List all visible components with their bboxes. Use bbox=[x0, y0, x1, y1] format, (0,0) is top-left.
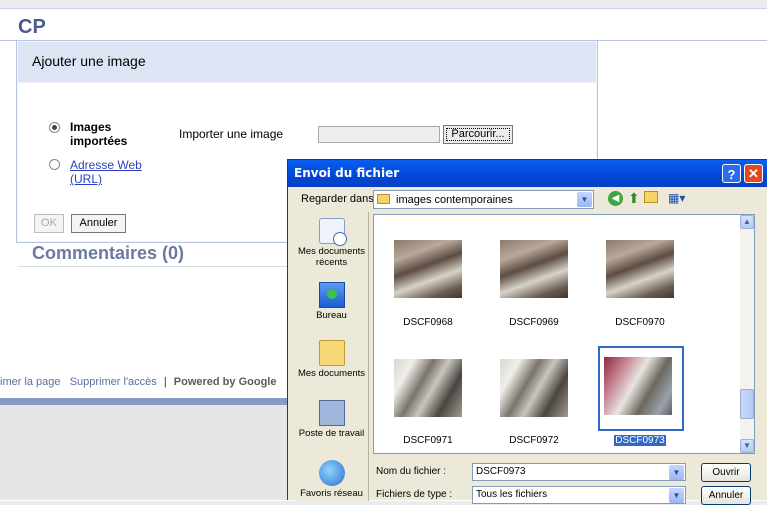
ok-button[interactable]: OK bbox=[34, 214, 64, 233]
my-computer-icon bbox=[318, 400, 345, 426]
import-image-label: Importer une image bbox=[179, 127, 284, 141]
file-label[interactable]: DSCF0968 bbox=[378, 317, 478, 328]
radio-web-address[interactable] bbox=[49, 159, 60, 170]
chevron-down-icon[interactable]: ▼ bbox=[577, 192, 592, 207]
file-list: DSCF0968 DSCF0969 DSCF0970 DSCF0971 DSCF… bbox=[373, 214, 755, 454]
file-list-scrollbar[interactable]: ▲ ▼ bbox=[740, 215, 754, 453]
file-thumbnail[interactable] bbox=[600, 229, 680, 309]
file-label[interactable]: DSCF0972 bbox=[484, 435, 584, 446]
my-documents-icon bbox=[318, 340, 345, 366]
place-my-computer[interactable]: Poste de travail bbox=[295, 400, 368, 439]
file-thumbnail[interactable] bbox=[388, 229, 468, 309]
file-dialog-titlebar[interactable]: Envoi du fichier ? ✕ bbox=[288, 160, 767, 187]
recent-documents-icon bbox=[318, 218, 347, 246]
file-name-input[interactable]: DSCF0973 ▼ bbox=[472, 463, 686, 481]
file-label[interactable]: DSCF0971 bbox=[378, 435, 478, 446]
photo-thumbnail bbox=[394, 240, 462, 298]
page-title: CP bbox=[18, 16, 46, 38]
folder-icon bbox=[377, 194, 390, 204]
file-name-value: DSCF0973 bbox=[476, 466, 526, 477]
help-button[interactable]: ? bbox=[722, 164, 741, 183]
places-bar: Mes documents récents Bureau Mes documen… bbox=[295, 212, 369, 501]
scroll-down-icon[interactable]: ▼ bbox=[740, 439, 754, 453]
look-in-value: images contemporaines bbox=[396, 194, 513, 206]
place-desktop[interactable]: Bureau bbox=[295, 282, 368, 321]
view-menu-icon[interactable]: ▦▾ bbox=[668, 191, 685, 205]
up-folder-icon[interactable]: ⬆ bbox=[628, 190, 640, 206]
photo-thumbnail bbox=[394, 359, 462, 417]
photo-thumbnail bbox=[500, 240, 568, 298]
place-label: Mes documents récents bbox=[297, 246, 366, 268]
file-name-label: Nom du fichier : bbox=[376, 466, 447, 477]
file-dialog-title: Envoi du fichier bbox=[294, 166, 400, 180]
footer-links: imer la page Supprimer l'accès | Powered… bbox=[0, 376, 276, 388]
back-icon[interactable]: ◀ bbox=[608, 191, 623, 206]
desktop-icon bbox=[318, 282, 345, 308]
file-path-input[interactable] bbox=[318, 126, 440, 143]
file-label[interactable]: DSCF0969 bbox=[484, 317, 584, 328]
footer-link-remove-access[interactable]: Supprimer l'accès bbox=[70, 376, 157, 388]
look-in-select[interactable]: images contemporaines ▼ bbox=[373, 190, 594, 209]
file-dialog-cancel-button[interactable]: Annuler bbox=[701, 486, 751, 505]
place-recent-documents[interactable]: Mes documents récents bbox=[295, 218, 368, 268]
file-thumbnail[interactable] bbox=[494, 348, 574, 428]
open-button[interactable]: Ouvrir bbox=[701, 463, 751, 482]
photo-thumbnail bbox=[606, 240, 674, 298]
add-image-dialog-title: Ajouter une image bbox=[32, 53, 146, 69]
file-thumbnail-selected[interactable] bbox=[598, 346, 684, 431]
place-label: Mes documents bbox=[297, 368, 366, 379]
comments-heading: Commentaires (0) bbox=[32, 243, 185, 263]
file-type-value: Tous les fichiers bbox=[476, 489, 548, 500]
chevron-down-icon[interactable]: ▼ bbox=[669, 488, 684, 503]
radio-imported-images[interactable] bbox=[49, 122, 60, 133]
scroll-thumb[interactable] bbox=[740, 389, 754, 419]
powered-by-google[interactable]: Powered by Google bbox=[174, 376, 277, 388]
photo-thumbnail bbox=[604, 357, 672, 415]
option-web-address[interactable]: Adresse Web (URL) bbox=[70, 158, 150, 186]
file-thumbnail[interactable] bbox=[388, 348, 468, 428]
place-label: Bureau bbox=[316, 310, 347, 321]
place-label: Poste de travail bbox=[298, 428, 365, 439]
chevron-down-icon[interactable]: ▼ bbox=[669, 465, 684, 480]
close-button[interactable]: ✕ bbox=[744, 164, 763, 183]
scroll-up-icon[interactable]: ▲ bbox=[740, 215, 754, 229]
look-in-label: Regarder dans : bbox=[301, 193, 380, 205]
place-label: Favoris réseau bbox=[300, 488, 363, 499]
footer-link-print[interactable]: imer la page bbox=[0, 376, 61, 388]
network-places-icon bbox=[318, 460, 345, 486]
add-image-dialog-header: Ajouter une image bbox=[18, 42, 596, 82]
place-network[interactable]: Favoris réseau bbox=[295, 460, 368, 499]
file-upload-dialog: Envoi du fichier ? ✕ Regarder dans : ima… bbox=[287, 159, 767, 505]
file-thumbnail[interactable] bbox=[494, 229, 574, 309]
selected-file-name: DSCF0973 bbox=[613, 434, 667, 447]
option-imported-images[interactable]: Images importées bbox=[70, 120, 140, 148]
cancel-button[interactable]: Annuler bbox=[71, 214, 126, 233]
file-label-selected[interactable]: DSCF0973 bbox=[590, 434, 690, 447]
place-my-documents[interactable]: Mes documents bbox=[295, 340, 368, 379]
new-folder-icon[interactable] bbox=[644, 191, 658, 203]
file-type-select[interactable]: Tous les fichiers ▼ bbox=[472, 486, 686, 504]
footer-separator: | bbox=[163, 376, 167, 388]
browse-button[interactable]: Parcourir... bbox=[443, 125, 513, 144]
file-label[interactable]: DSCF0970 bbox=[590, 317, 690, 328]
photo-thumbnail bbox=[500, 359, 568, 417]
file-type-label: Fichiers de type : bbox=[376, 489, 453, 500]
